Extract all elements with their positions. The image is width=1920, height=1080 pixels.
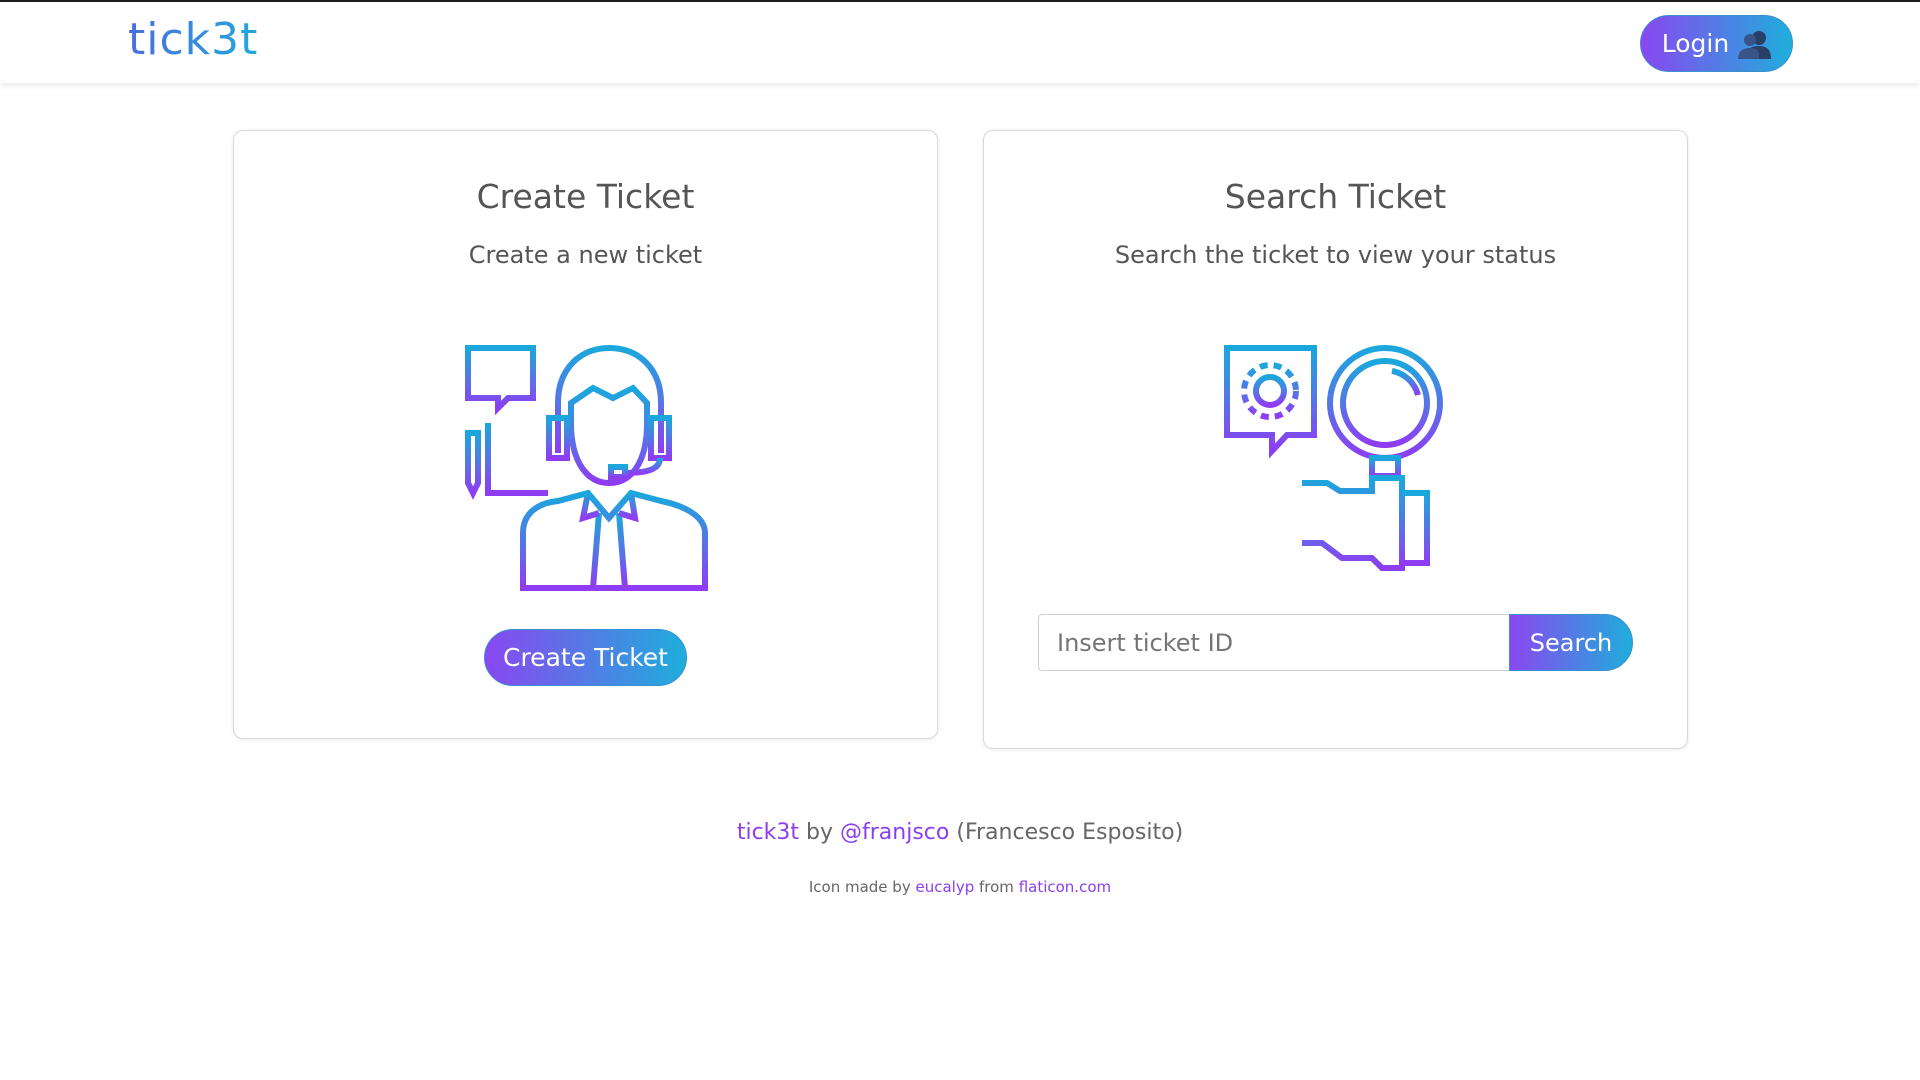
search-card-title: Search Ticket xyxy=(1224,177,1447,216)
credits-site-link[interactable]: flaticon.com xyxy=(1019,878,1111,896)
footer-app-link[interactable]: tick3t xyxy=(737,820,799,845)
brand-logo[interactable]: tick3t xyxy=(128,12,258,68)
search-button[interactable]: Search xyxy=(1509,614,1633,671)
icon-credits: Icon made by eucalyp from flaticon.com xyxy=(0,878,1920,896)
user-icon xyxy=(1737,29,1772,59)
magnifier-search-icon xyxy=(1222,343,1452,587)
create-ticket-button[interactable]: Create Ticket xyxy=(484,629,687,686)
credits-middle: from xyxy=(974,878,1019,896)
ticket-id-input[interactable] xyxy=(1038,614,1509,671)
credits-author-link[interactable]: eucalyp xyxy=(915,878,974,896)
login-label: Login xyxy=(1661,29,1730,58)
footer-attribution: tick3t by @franjsco (Francesco Esposito) xyxy=(0,820,1920,845)
search-ticket-card: Search Ticket Search the ticket to view … xyxy=(983,130,1688,749)
footer-author-link[interactable]: @franjsco xyxy=(840,820,949,845)
login-button[interactable]: Login xyxy=(1640,15,1793,72)
create-card-title: Create Ticket xyxy=(476,177,695,216)
support-agent-icon xyxy=(463,343,713,597)
credits-prefix: Icon made by xyxy=(808,878,916,896)
search-form: Search xyxy=(1038,614,1633,671)
search-card-subtitle: Search the ticket to view your status xyxy=(1114,241,1557,269)
create-ticket-card: Create Ticket Create a new ticket Create… xyxy=(233,130,938,739)
footer-by-text: by xyxy=(799,820,841,845)
navbar: tick3t Login xyxy=(0,0,1920,83)
footer-author-name: (Francesco Esposito) xyxy=(949,820,1184,845)
create-card-subtitle: Create a new ticket xyxy=(468,241,703,269)
